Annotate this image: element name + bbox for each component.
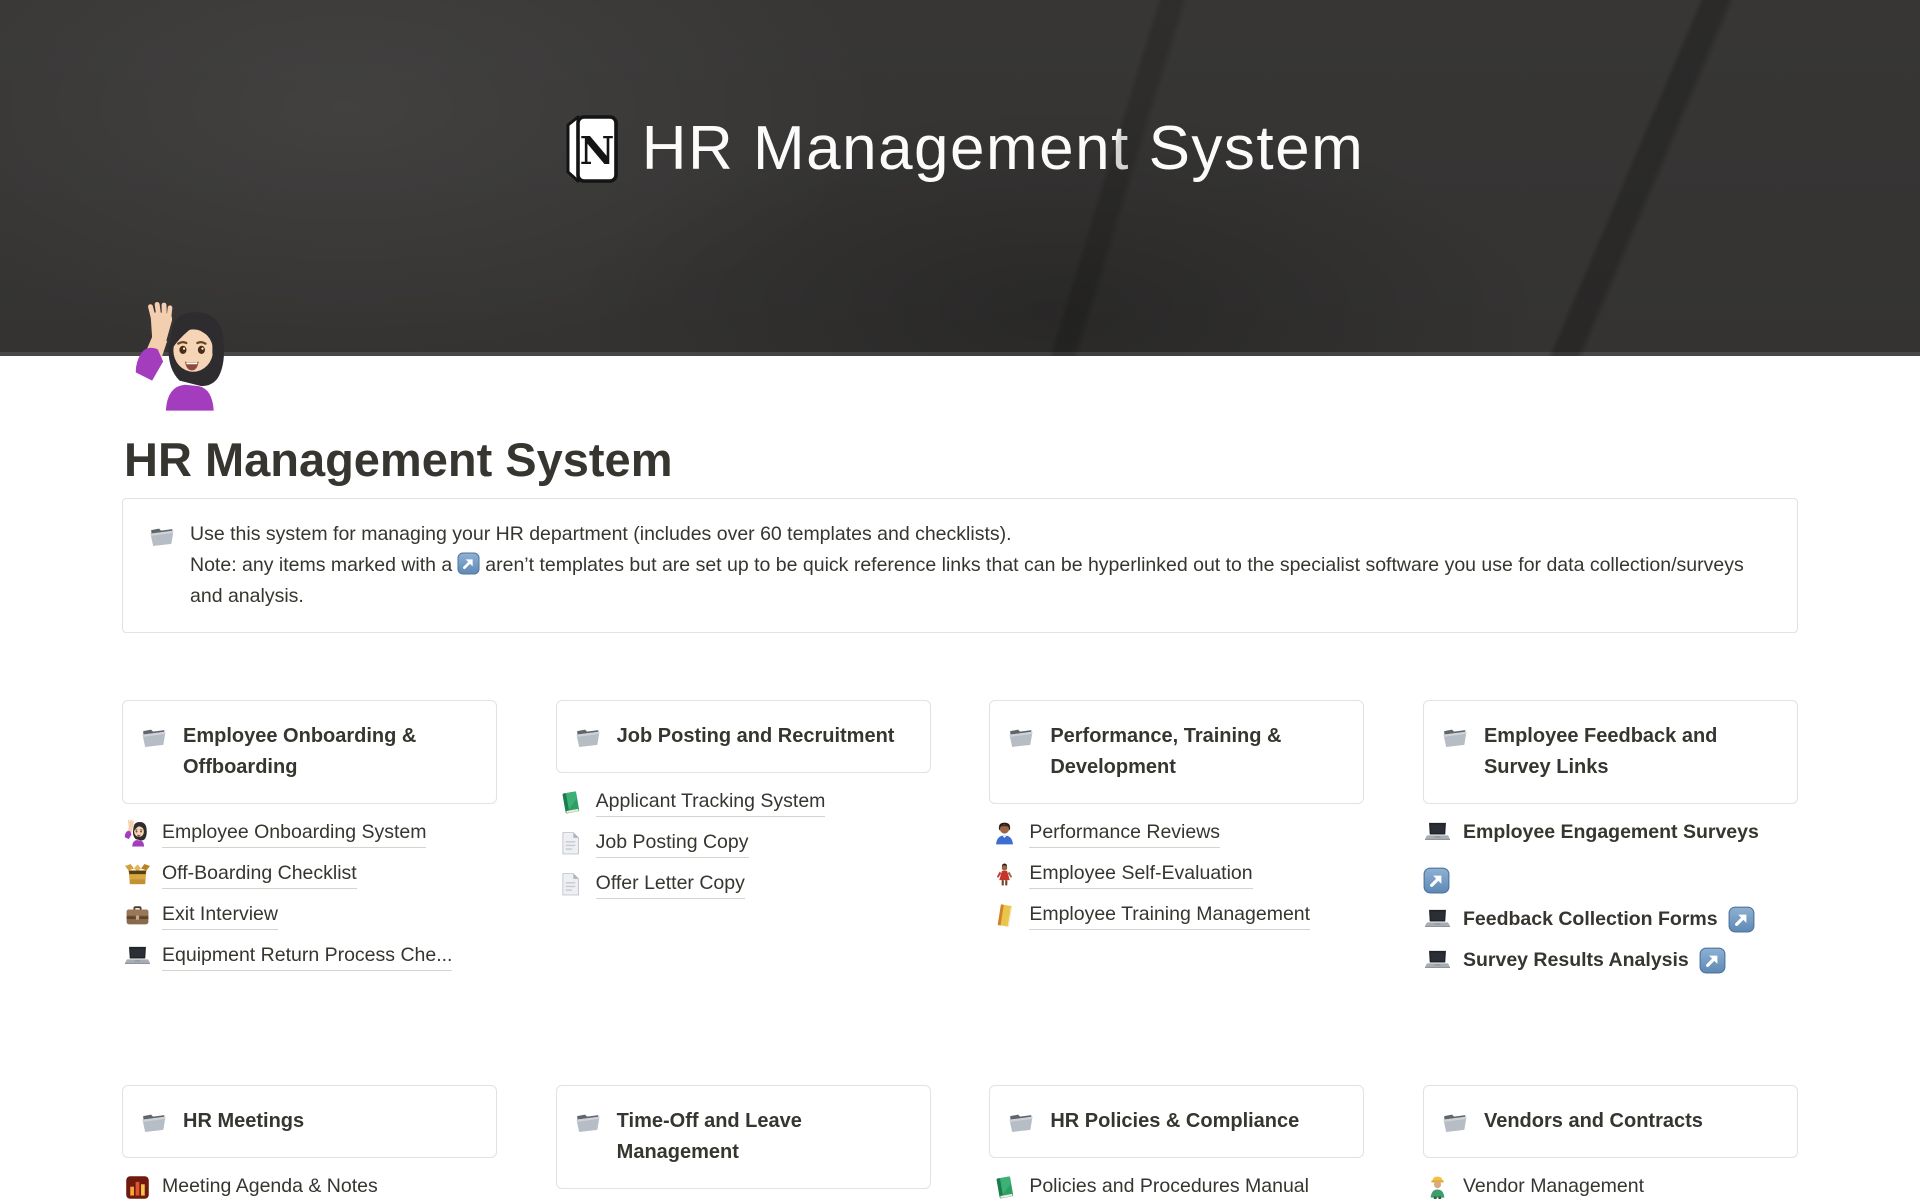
callout-line1: Use this system for managing your HR dep…	[190, 519, 1777, 550]
section-card-vendors-contracts[interactable]: Vendors and Contracts	[1423, 1085, 1798, 1158]
green-book-icon	[989, 1172, 1019, 1199]
laptop-icon	[1423, 817, 1453, 847]
section-card-employee-onboarding-offboarding[interactable]: Employee Onboarding & Offboarding	[122, 700, 497, 804]
woman-in-red-icon	[989, 859, 1019, 889]
section-card-employee-feedback-survey-links[interactable]: Employee Feedback and Survey Links	[1423, 700, 1798, 804]
laptop-icon	[122, 941, 152, 971]
section-time-off-leave-management: Time-Off and Leave Management	[556, 1085, 931, 1199]
cover-image: HR Management System	[0, 0, 1920, 356]
page-content: HR Management System Use this system for…	[122, 432, 1798, 1199]
page-link-off-boarding-checklist[interactable]: Off-Boarding Checklist	[122, 858, 497, 890]
page-link-employee-training-management[interactable]: Employee Training Management	[989, 899, 1364, 931]
banner-title: HR Management System	[642, 115, 1365, 183]
page-link-job-posting-copy[interactable]: Job Posting Copy	[556, 827, 931, 859]
open-folder-icon	[1440, 1107, 1470, 1137]
section-card-time-off-leave-management[interactable]: Time-Off and Leave Management	[556, 1085, 931, 1189]
open-folder-icon	[1440, 722, 1470, 752]
page-link-exit-interview[interactable]: Exit Interview	[122, 899, 497, 931]
section-card-job-posting-recruitment[interactable]: Job Posting and Recruitment	[556, 700, 931, 773]
page-link-applicant-tracking-system[interactable]: Applicant Tracking System	[556, 786, 931, 818]
open-folder-icon	[147, 521, 177, 551]
callout-note: Note: any items marked with aaren’t temp…	[190, 550, 1777, 612]
section-employee-onboarding-offboarding: Employee Onboarding & Offboarding Employ…	[122, 700, 497, 1085]
section-card-performance-training-development[interactable]: Performance, Training & Development	[989, 700, 1364, 804]
page-link-performance-reviews[interactable]: Performance Reviews	[989, 817, 1364, 849]
page-link-policies-procedures-manual[interactable]: Policies and Procedures Manual	[989, 1171, 1364, 1199]
notion-logo-icon	[556, 112, 626, 186]
laptop-icon	[1423, 904, 1453, 934]
arrow-up-right-icon	[457, 552, 480, 575]
section-performance-training-development: Performance, Training & Development Perf…	[989, 700, 1364, 1085]
construction-worker-icon	[1423, 1172, 1453, 1199]
open-folder-icon	[139, 1107, 169, 1137]
page-link-employee-self-evaluation[interactable]: Employee Self-Evaluation	[989, 858, 1364, 890]
reference-survey-results-analysis: Survey Results Analysis	[1423, 944, 1798, 976]
reference-feedback-collection-forms: Feedback Collection Forms	[1423, 903, 1798, 935]
document-icon	[556, 828, 586, 858]
green-book-icon	[556, 787, 586, 817]
sections-grid: Employee Onboarding & Offboarding Employ…	[122, 700, 1798, 1199]
woman-raising-hand-icon[interactable]	[133, 294, 237, 418]
bar-chart-icon	[122, 1172, 152, 1199]
callout-text: Use this system for managing your HR dep…	[190, 519, 1777, 612]
page-link-equipment-return[interactable]: Equipment Return Process Che...	[122, 940, 497, 972]
briefcase-icon	[122, 900, 152, 930]
page-link-meeting-agenda-notes[interactable]: Meeting Agenda & Notes	[122, 1171, 497, 1199]
page-title: HR Management System	[124, 432, 1798, 488]
document-icon	[556, 869, 586, 899]
section-card-hr-policies-compliance[interactable]: HR Policies & Compliance	[989, 1085, 1364, 1158]
section-job-posting-recruitment: Job Posting and Recruitment Applicant Tr…	[556, 700, 931, 1085]
section-hr-meetings: HR Meetings Meeting Agenda & Notes	[122, 1085, 497, 1199]
open-folder-icon	[573, 1107, 603, 1137]
section-employee-feedback-survey-links: Employee Feedback and Survey Links Emplo…	[1423, 700, 1798, 1085]
reference-employee-engagement-surveys: Employee Engagement Surveys	[1423, 817, 1798, 894]
section-card-hr-meetings[interactable]: HR Meetings	[122, 1085, 497, 1158]
section-hr-policies-compliance: HR Policies & Compliance Policies and Pr…	[989, 1085, 1364, 1199]
page-link-offer-letter-copy[interactable]: Offer Letter Copy	[556, 868, 931, 900]
yellow-ledger-icon	[989, 900, 1019, 930]
open-folder-icon	[139, 722, 169, 752]
office-worker-icon	[989, 818, 1019, 848]
open-box-icon	[122, 859, 152, 889]
page-link-vendor-management[interactable]: Vendor Management	[1423, 1171, 1798, 1199]
banner-title-group: HR Management System	[0, 112, 1920, 186]
arrow-up-right-icon[interactable]	[1423, 867, 1450, 894]
laptop-icon	[1423, 945, 1453, 975]
arrow-up-right-icon[interactable]	[1728, 906, 1755, 933]
open-folder-icon	[1006, 722, 1036, 752]
open-folder-icon	[1006, 1107, 1036, 1137]
callout: Use this system for managing your HR dep…	[122, 498, 1798, 633]
section-vendors-contracts: Vendors and Contracts Vendor Management	[1423, 1085, 1798, 1199]
open-folder-icon	[573, 722, 603, 752]
page-link-employee-onboarding-system[interactable]: Employee Onboarding System	[122, 817, 497, 849]
woman-raising-hand-icon	[122, 818, 152, 848]
arrow-up-right-icon[interactable]	[1699, 947, 1726, 974]
